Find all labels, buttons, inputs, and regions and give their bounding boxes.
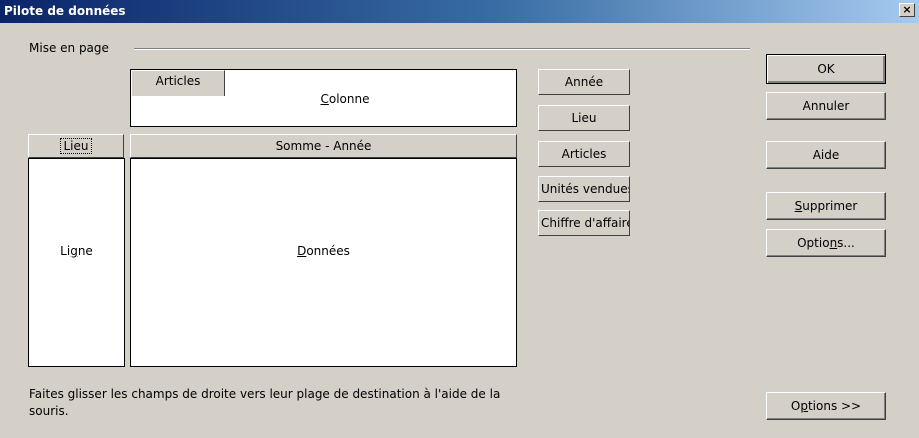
cancel-button[interactable]: Annuler: [766, 92, 886, 120]
help-button[interactable]: Aide: [766, 141, 886, 169]
column-area-label: Colonne: [320, 92, 370, 106]
available-field-articles[interactable]: Articles: [538, 141, 630, 167]
data-field-somme-annee[interactable]: Somme - Année: [130, 134, 517, 158]
column-field-articles[interactable]: Articles: [131, 70, 225, 96]
drag-hint-text: Faites glisser les champs de droite vers…: [29, 387, 501, 418]
row-drop-area[interactable]: [28, 158, 125, 367]
delete-button[interactable]: Supprimer: [766, 192, 886, 220]
title-bar: Pilote de données ×: [0, 0, 919, 23]
options-button[interactable]: Options...: [766, 229, 886, 257]
close-icon[interactable]: ×: [899, 3, 915, 17]
group-divider: [134, 48, 750, 50]
data-drop-area[interactable]: [130, 158, 517, 367]
available-field-unites-vendues[interactable]: Unités vendues: [538, 176, 630, 202]
row-field-lieu[interactable]: Lieu: [28, 134, 124, 158]
ok-button[interactable]: OK: [766, 54, 886, 84]
layout-group-label: Mise en page: [29, 41, 109, 55]
available-field-lieu[interactable]: Lieu: [538, 105, 630, 131]
row-area-label: Ligne: [60, 244, 93, 258]
data-area-label: Données: [297, 244, 350, 258]
more-options-button[interactable]: Options >>: [766, 392, 886, 420]
available-field-chiffre-affaires[interactable]: Chiffre d'affaires: [538, 210, 630, 236]
window-title: Pilote de données: [4, 4, 126, 18]
available-field-annee[interactable]: Année: [538, 69, 630, 95]
